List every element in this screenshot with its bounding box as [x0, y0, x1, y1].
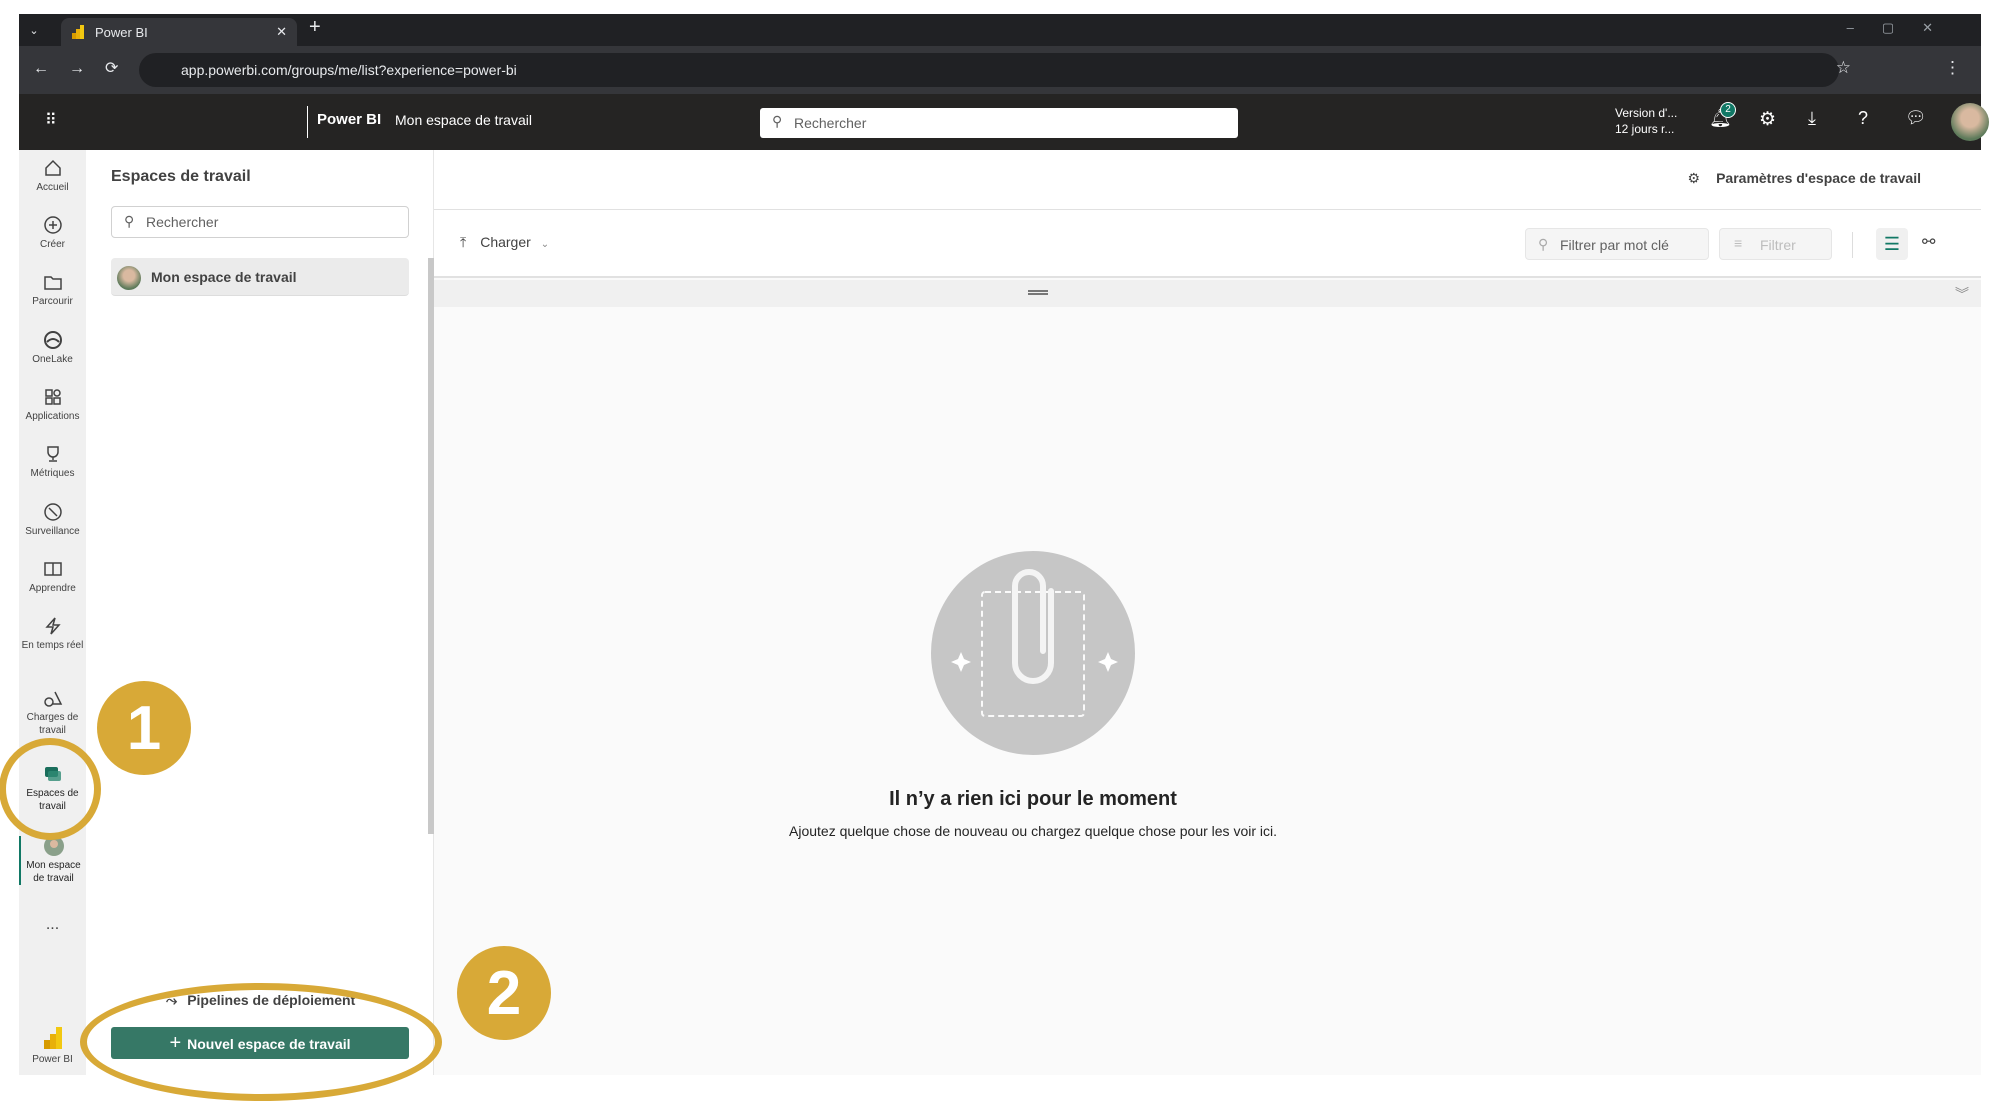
- url-text: app.powerbi.com/groups/me/list?experienc…: [181, 62, 517, 78]
- tab-title: Power BI: [95, 24, 148, 40]
- trial-line2: 12 jours r...: [1615, 122, 1675, 136]
- nav-item-label: Charges de travail: [26, 712, 79, 736]
- browser-menu-icon[interactable]: ⋮: [1944, 58, 1961, 78]
- nav-item-9[interactable]: Charges de travail: [19, 688, 86, 737]
- filter-dropdown[interactable]: ≡ Filtrer: [1719, 228, 1832, 260]
- address-bar: ←→⟳ app.powerbi.com/groups/me/list?exper…: [19, 46, 1981, 94]
- gear-icon: ⚙: [1687, 170, 1701, 186]
- nav-item-7[interactable]: Apprendre: [19, 559, 86, 595]
- workspaces-panel: Espaces de travail ⚲ Rechercher Mon espac…: [86, 150, 434, 1075]
- nav-item-label: Apprendre: [29, 583, 76, 594]
- trophy-icon: [46, 446, 59, 462]
- nav-item-6[interactable]: Surveillance: [19, 502, 86, 538]
- search-icon: ⚲: [772, 113, 783, 129]
- breadcrumb[interactable]: Mon espace de travail: [395, 112, 532, 128]
- plus-circle-icon: [43, 216, 62, 234]
- nav-item-11[interactable]: Mon espace de travail: [19, 836, 86, 885]
- nav-item-8[interactable]: En temps réel: [19, 616, 86, 652]
- filter-placeholder: Filtrer par mot clé: [1560, 237, 1669, 253]
- nav-item-label: OneLake: [32, 354, 73, 365]
- window-controls[interactable]: –▢✕: [1847, 20, 1961, 36]
- workspace-settings-button[interactable]: ⚙ Paramètres d'espace de travail: [1688, 170, 1921, 187]
- lineage-view-icon[interactable]: ⚯: [1922, 232, 1935, 252]
- avatar: [117, 266, 141, 290]
- help-icon[interactable]: ?: [1858, 108, 1868, 129]
- nav-item-3[interactable]: OneLake: [19, 330, 86, 366]
- apps-icon: [44, 389, 61, 405]
- resize-handle[interactable]: [1028, 290, 1048, 295]
- empty-state-subtitle: Ajoutez quelque chose de nouveau ou char…: [789, 823, 1277, 839]
- folder-icon: [43, 276, 62, 290]
- workspace-list-item[interactable]: Mon espace de travail: [111, 258, 409, 296]
- nav-item-0[interactable]: Accueil: [19, 158, 86, 194]
- brand-label: Power BI: [32, 1054, 73, 1065]
- powerbi-brand[interactable]: Power BI: [19, 1026, 86, 1066]
- nav-item-label: En temps réel: [21, 640, 84, 651]
- search-placeholder: Rechercher: [146, 214, 219, 230]
- global-search-input[interactable]: ⚲ Rechercher: [760, 108, 1238, 138]
- main-content: ⚙ Paramètres d'espace de travail ⤒ Charger…: [434, 150, 1981, 1075]
- nav-item-label: Parcourir: [32, 296, 73, 307]
- list-view-icon[interactable]: ☰: [1876, 228, 1908, 260]
- nav-item-2[interactable]: Parcourir: [19, 272, 86, 308]
- browser-tab[interactable]: Power BI ✕: [61, 18, 297, 46]
- filter-icon: ≡: [1734, 235, 1743, 251]
- app-name[interactable]: Power BI: [317, 111, 381, 128]
- annotation-step-2: 2: [457, 946, 551, 1040]
- empty-state-title: Il n’y a rien ici pour le moment: [889, 788, 1177, 810]
- bookmark-star-icon[interactable]: ☆: [1836, 58, 1851, 78]
- tab-list-chevron-icon[interactable]: ⌄: [23, 20, 45, 42]
- close-tab-icon[interactable]: ✕: [276, 24, 287, 40]
- browser-tab-bar: ⌄ Power BI ✕ + –▢✕: [19, 14, 1981, 46]
- workspace-name: Mon espace de travail: [151, 269, 297, 285]
- settings-gear-icon[interactable]: ⚙: [1759, 108, 1776, 131]
- workspace-search-input[interactable]: ⚲ Rechercher: [111, 206, 409, 238]
- search-placeholder: Rechercher: [794, 115, 867, 131]
- chevron-down-icon: ⌄: [540, 239, 550, 250]
- panel-title: Espaces de travail: [111, 168, 251, 185]
- new-tab-icon[interactable]: +: [309, 16, 321, 39]
- notification-badge: 2: [1720, 102, 1736, 118]
- settings-label: Paramètres d'espace de travail: [1716, 170, 1921, 186]
- keyword-filter-input[interactable]: ⚲ Filtrer par mot clé: [1525, 228, 1709, 260]
- nav-item-label: Accueil: [36, 182, 69, 193]
- onelake-icon: [43, 331, 62, 349]
- nav-item-label: Créer: [39, 239, 65, 250]
- lightning-icon: [44, 617, 61, 635]
- upload-label: Charger: [480, 234, 531, 250]
- nav-item-4[interactable]: Applications: [19, 387, 86, 423]
- search-icon: ⚲: [1538, 236, 1549, 252]
- more-icon[interactable]: ...: [19, 917, 86, 933]
- expand-chevron-icon[interactable]: ︾: [1955, 284, 1969, 304]
- upload-icon: ⤒: [460, 234, 467, 250]
- trial-line1: Version d'...: [1615, 106, 1678, 120]
- annotation-ellipse-new-workspace: [80, 983, 442, 1101]
- trial-status[interactable]: Version d'... 12 jours r...: [1615, 105, 1677, 137]
- filter-label: Filtrer: [1760, 237, 1796, 253]
- home-icon: [44, 159, 61, 176]
- powerbi-header: ⠿ Power BI Mon espace de travail ⚲ Reche…: [19, 94, 1989, 150]
- upload-button[interactable]: ⤒ Charger ⌄: [460, 234, 549, 251]
- url-field[interactable]: app.powerbi.com/groups/me/list?experienc…: [139, 53, 1839, 87]
- nav-item-1[interactable]: Créer: [19, 215, 86, 251]
- monitor-icon: [43, 503, 62, 521]
- app-launcher-icon[interactable]: ⠿: [45, 110, 58, 130]
- nav-item-5[interactable]: Métriques: [19, 444, 86, 480]
- nav-item-label: Mon espace de travail: [26, 860, 81, 884]
- powerbi-logo-icon: [43, 1027, 62, 1049]
- nav-buttons[interactable]: ←→⟳: [33, 58, 138, 78]
- annotation-step-1: 1: [97, 681, 191, 775]
- shapes-icon: [43, 691, 62, 707]
- book-icon: [43, 562, 62, 576]
- powerbi-logo-icon: [72, 25, 84, 39]
- nav-item-label: Surveillance: [25, 526, 80, 537]
- feedback-icon[interactable]: 💬︎: [1905, 108, 1927, 128]
- annotation-ring-workspaces: [0, 738, 101, 840]
- search-icon: ⚲: [124, 213, 135, 229]
- nav-item-label: Applications: [25, 411, 80, 422]
- nav-item-label: Métriques: [30, 468, 75, 479]
- paperclip-illustration-icon: [931, 551, 1135, 755]
- download-icon[interactable]: ⤓: [1808, 108, 1816, 129]
- user-avatar[interactable]: [1951, 103, 1989, 141]
